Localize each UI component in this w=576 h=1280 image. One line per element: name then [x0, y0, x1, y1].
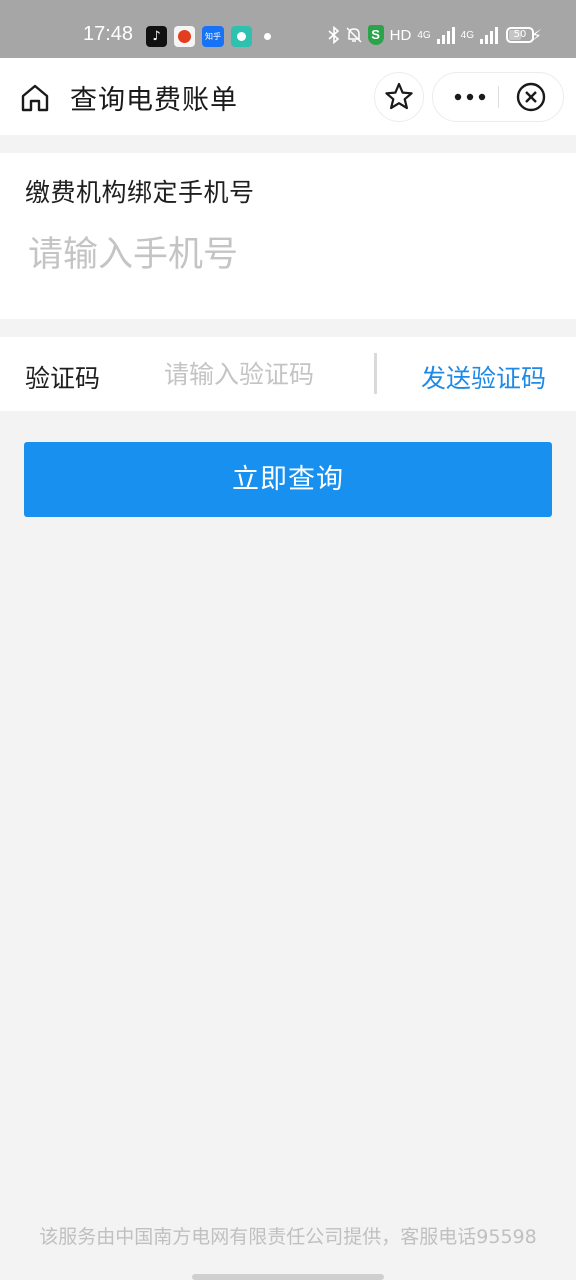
close-icon — [516, 82, 546, 112]
menu-capsule — [432, 72, 564, 122]
capsule-divider — [498, 86, 499, 108]
network-type-2: 4G — [460, 29, 474, 41]
status-time: 17:48 — [83, 23, 134, 45]
phone-section: 缴费机构绑定手机号 — [0, 153, 576, 319]
tiktok-icon: ♪ — [146, 26, 167, 47]
phone-label: 缴费机构绑定手机号 — [25, 178, 255, 207]
favorite-button[interactable] — [374, 72, 424, 122]
code-input[interactable] — [164, 351, 364, 397]
network-type-1: 4G — [417, 29, 431, 41]
mute-icon — [346, 27, 362, 43]
notification-dot — [264, 33, 271, 40]
nav-bar: 查询电费账单 — [0, 58, 576, 135]
phone-input[interactable] — [28, 227, 548, 283]
weibo-icon — [174, 26, 195, 47]
footer-text: 该服务由中国南方电网有限责任公司提供，客服电话95598 — [39, 1226, 537, 1248]
star-icon — [385, 82, 413, 110]
signal-icon-2 — [480, 26, 498, 44]
close-button[interactable] — [509, 73, 561, 121]
more-button[interactable] — [441, 73, 497, 121]
shield-icon: S — [367, 25, 384, 45]
bluetooth-icon — [328, 26, 339, 44]
charging-icon: ⚡ — [530, 26, 542, 45]
hd-label: HD — [389, 26, 412, 44]
status-bar: 17:48 ♪ 知乎 S HD 4G 4G 50 ⚡ — [0, 0, 576, 58]
code-label: 验证码 — [25, 364, 101, 393]
app-icon — [231, 26, 252, 47]
home-indicator[interactable] — [192, 1274, 384, 1280]
status-indicators: S HD 4G 4G — [328, 24, 498, 46]
page-title: 查询电费账单 — [70, 85, 238, 116]
code-divider — [374, 353, 377, 394]
send-code-button[interactable]: 发送验证码 — [421, 359, 546, 395]
battery-level: 50 — [513, 29, 527, 40]
zhihu-icon: 知乎 — [202, 26, 224, 47]
signal-icon — [436, 26, 455, 44]
home-button[interactable] — [18, 82, 52, 114]
home-icon — [21, 84, 49, 112]
more-icon — [454, 93, 486, 101]
query-button[interactable]: 立即查询 — [24, 442, 552, 517]
code-section: 验证码 发送验证码 — [0, 337, 576, 411]
